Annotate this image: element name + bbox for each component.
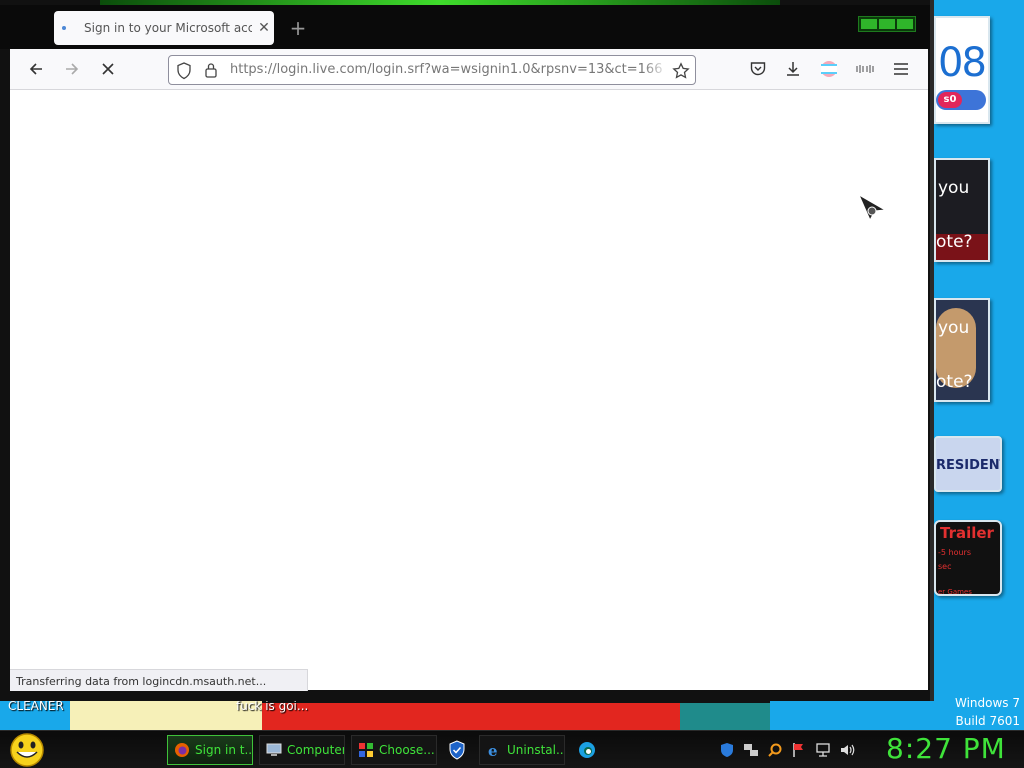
shield-defender-icon xyxy=(449,740,465,760)
gadget-vote-text-bottom: ote? xyxy=(936,232,973,252)
gadget-trailer-line2: sec xyxy=(938,562,952,571)
taskbar-item-label: Sign in t... xyxy=(195,743,253,757)
tab-title: Sign in to your Microsoft account xyxy=(84,21,252,35)
mouse-cursor-icon xyxy=(857,193,887,222)
desktop-icon-cleaner-label[interactable]: CLEANER xyxy=(8,699,64,713)
tray-security-icon[interactable] xyxy=(718,741,736,759)
navigation-toolbar: https://login.live.com/login.srf?wa=wsig… xyxy=(10,49,928,90)
tab-strip: Sign in to your Microsoft account ✕ + xyxy=(0,5,930,49)
gadget-08-badge: s0 xyxy=(938,92,962,108)
tray-search-icon[interactable] xyxy=(766,741,784,759)
stop-button[interactable] xyxy=(96,57,120,81)
taskbar-item-firefox[interactable]: Sign in t... xyxy=(167,735,253,765)
tab-sign-in[interactable]: Sign in to your Microsoft account ✕ xyxy=(54,11,274,45)
taskbar-item-label: Choose... xyxy=(379,743,435,757)
desktop-icon-note-label[interactable]: fuck is goi... xyxy=(236,699,308,713)
extensions-button[interactable] xyxy=(853,57,877,81)
extension-icon xyxy=(856,65,874,73)
taskbar-item-computer[interactable]: Computer xyxy=(259,735,345,765)
taskbar-item-label: Computer xyxy=(287,743,345,757)
taskbar-item-edge[interactable] xyxy=(574,737,600,763)
window-controls[interactable] xyxy=(858,16,916,32)
windows-version-text: Windows 7 xyxy=(954,696,1020,710)
account-avatar-icon xyxy=(821,61,837,77)
tray-volume-icon[interactable] xyxy=(838,741,856,759)
edge-icon xyxy=(579,742,595,758)
desktop-gadget-trailer[interactable]: Trailer -5 hours sec er Games xyxy=(934,520,1002,596)
control-panel-icon xyxy=(359,743,373,757)
desktop-gadget-08[interactable]: 08 s0 xyxy=(934,16,990,124)
taskbar-item-defender[interactable] xyxy=(444,737,470,763)
smiley-start-icon xyxy=(10,733,44,767)
gadget-trailer-line1: -5 hours xyxy=(938,548,972,557)
download-icon xyxy=(787,62,799,76)
address-bar[interactable]: https://login.live.com/login.srf?wa=wsig… xyxy=(168,55,696,85)
taskbar-clock[interactable]: 8:27 PM xyxy=(886,732,1006,765)
desktop-gadget-president[interactable]: RESIDENT xyxy=(934,436,1002,492)
pocket-button[interactable] xyxy=(746,57,770,81)
tab-loading-icon xyxy=(62,26,66,30)
minimize-button[interactable] xyxy=(861,19,877,29)
page-content[interactable] xyxy=(10,90,928,690)
gadget-president-text: RESIDENT xyxy=(936,458,1002,473)
shield-icon[interactable] xyxy=(176,62,192,80)
status-bar: Transferring data from logincdn.msauth.n… xyxy=(10,669,308,691)
tray-action-center-flag-icon[interactable] xyxy=(790,741,808,759)
gadget-vote-2-text-bottom: ote? xyxy=(936,372,973,392)
gadget-08-number: 08 xyxy=(938,40,987,86)
menu-button[interactable] xyxy=(889,57,913,81)
star-bookmark-icon[interactable] xyxy=(672,62,690,80)
url-text[interactable]: https://login.live.com/login.srf?wa=wsig… xyxy=(230,62,662,80)
browser-window: Sign in to your Microsoft account ✕ + ht… xyxy=(0,0,934,701)
gadget-trailer-line3: er Games xyxy=(938,588,972,596)
taskbar-item-uninstall[interactable]: e Uninstal... xyxy=(479,735,565,765)
arrow-left-icon xyxy=(29,63,42,75)
firefox-icon xyxy=(175,743,189,757)
wallpaper-cartoon-teal xyxy=(680,700,770,730)
maximize-button[interactable] xyxy=(879,19,895,29)
tray-network-icon[interactable] xyxy=(814,741,832,759)
new-tab-button[interactable]: + xyxy=(286,17,310,41)
internet-explorer-icon: e xyxy=(488,742,498,758)
hamburger-menu-icon xyxy=(894,63,908,75)
taskbar-item-label: Uninstal... xyxy=(507,743,565,757)
computer-icon xyxy=(266,743,282,756)
desktop-gadget-vote-2[interactable]: you ote? xyxy=(934,298,990,402)
url-fade xyxy=(643,60,669,82)
gadget-trailer-title: Trailer xyxy=(940,524,994,542)
downloads-button[interactable] xyxy=(781,57,805,81)
gadget-vote-text-top: you xyxy=(938,178,970,198)
taskbar: Sign in t... Computer Choose... e Uninst… xyxy=(0,730,1024,768)
back-button[interactable] xyxy=(24,57,48,81)
forward-button[interactable] xyxy=(60,57,84,81)
tab-close-button[interactable]: ✕ xyxy=(254,20,274,36)
lock-icon[interactable] xyxy=(204,62,218,79)
svg-text:e: e xyxy=(488,742,498,758)
desktop-gadget-vote[interactable]: you ote? xyxy=(934,158,990,262)
gadget-vote-2-text-top: you xyxy=(938,318,970,338)
stop-x-icon xyxy=(102,63,114,75)
arrow-right-icon xyxy=(66,63,79,75)
tray-network-share-icon[interactable] xyxy=(742,741,760,759)
wallpaper-cartoon-red xyxy=(262,700,712,730)
taskbar-item-choose[interactable]: Choose... xyxy=(351,735,437,765)
windows-version-watermark: Windows 7 Build 7601 xyxy=(955,694,1020,730)
pocket-icon xyxy=(750,62,766,76)
start-button[interactable] xyxy=(8,732,46,768)
windows-build-text: Build 7601 xyxy=(955,714,1020,728)
system-tray xyxy=(718,737,856,763)
close-window-button[interactable] xyxy=(897,19,913,29)
account-button[interactable] xyxy=(817,57,841,81)
